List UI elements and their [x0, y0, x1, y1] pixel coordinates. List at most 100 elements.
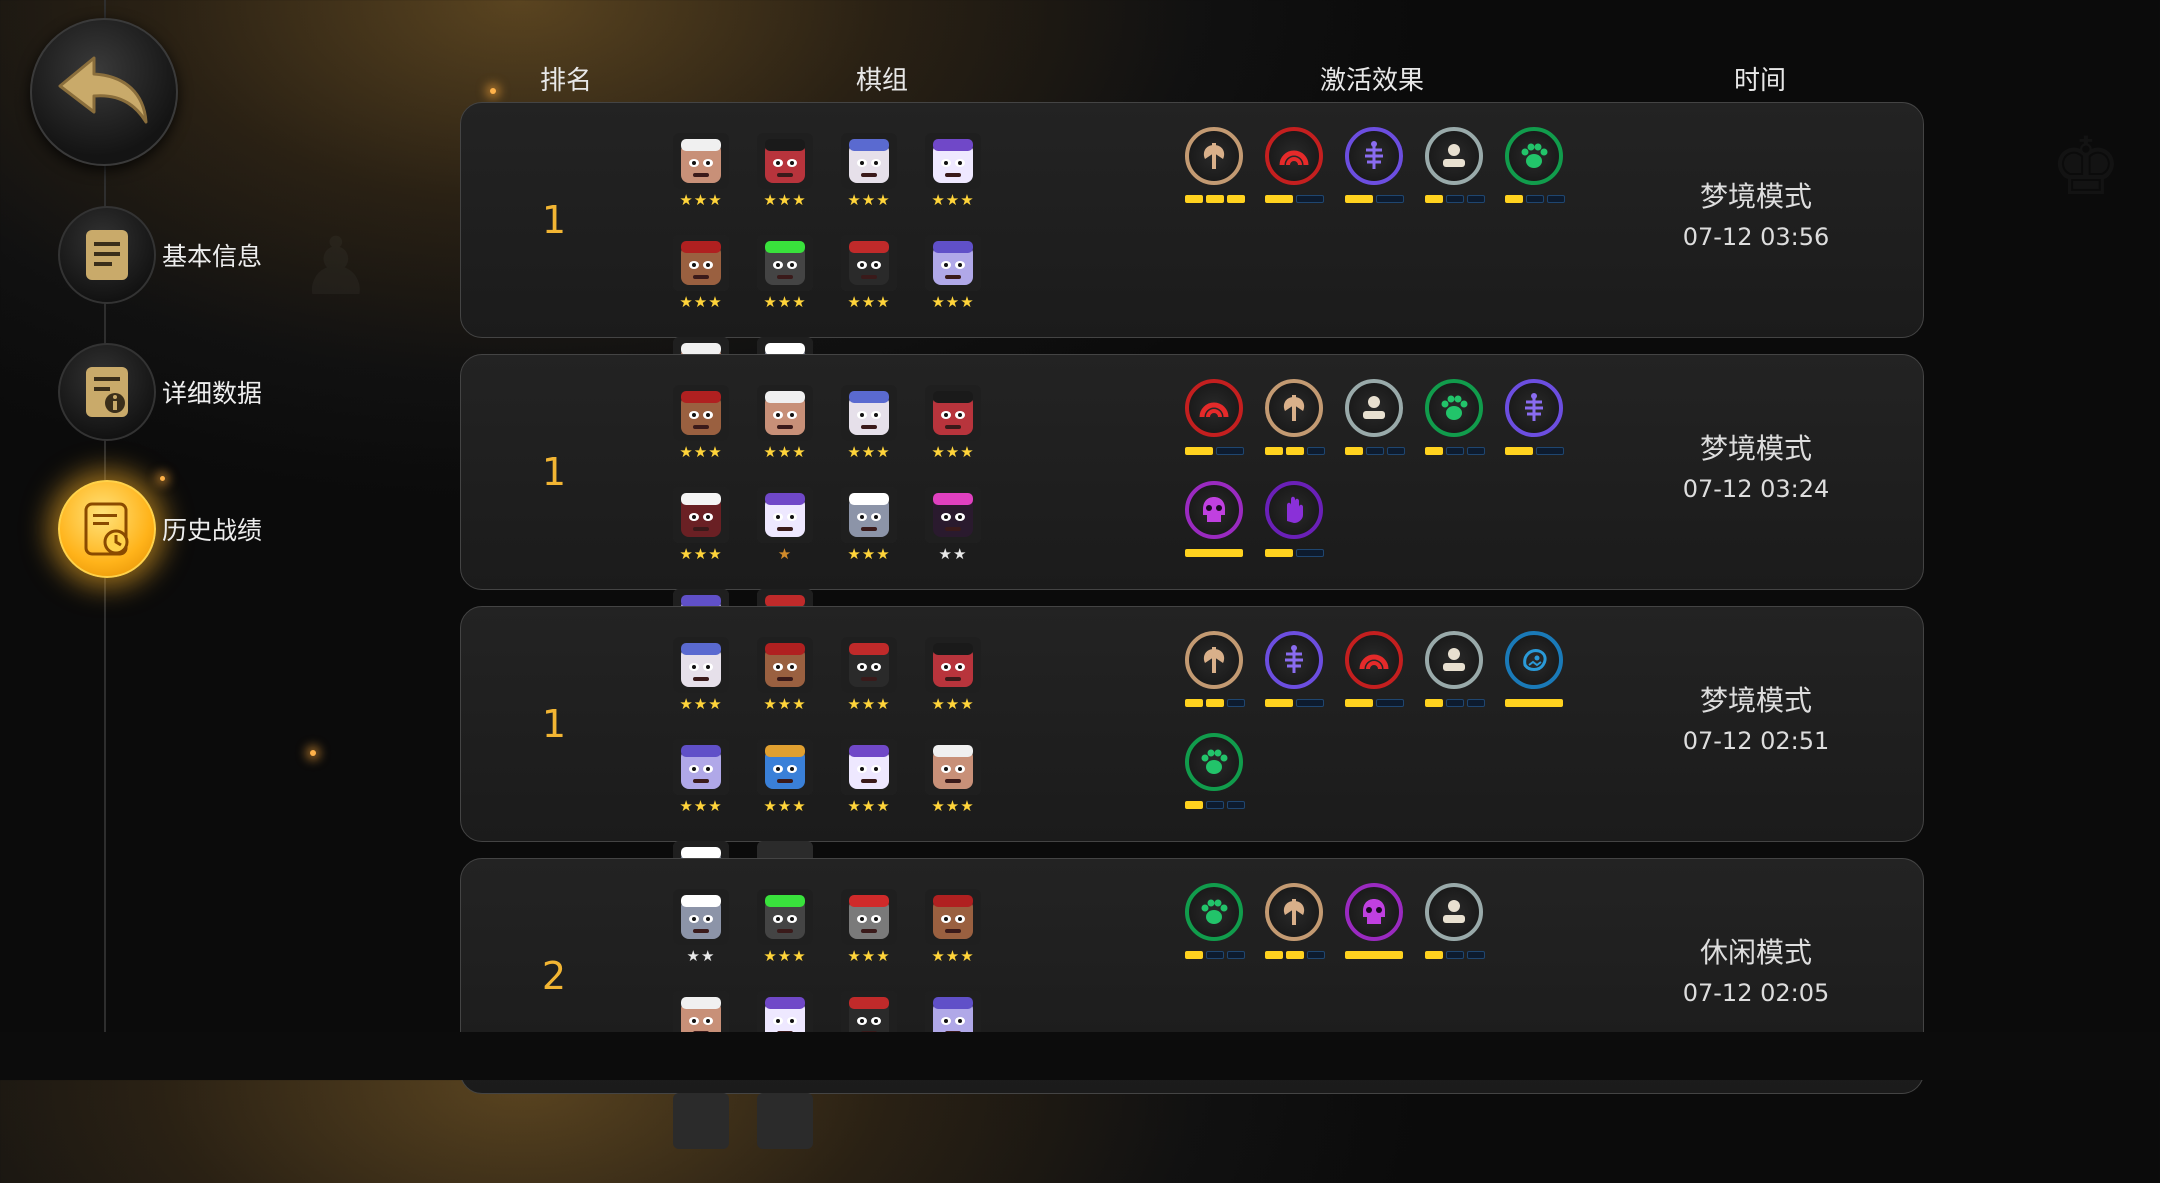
unit-slot[interactable]: ★★★: [673, 235, 757, 325]
unit-slot[interactable]: ★★★: [673, 133, 757, 223]
paw-icon: [1185, 733, 1243, 791]
synergy-level-segment: [1296, 699, 1324, 707]
synergy-level-segment: [1536, 447, 1564, 455]
synergy-level-bar: [1505, 699, 1563, 707]
unit-slot[interactable]: ★★★: [757, 637, 841, 727]
unit-slot[interactable]: ★★★: [925, 637, 1009, 727]
unit-slot[interactable]: ★★★: [925, 385, 1009, 475]
surprised-brute-portrait: [925, 739, 981, 795]
unit-slot[interactable]: ★★★: [841, 235, 925, 325]
notes-icon: [58, 206, 156, 304]
synergy-level-bar: [1265, 447, 1325, 455]
unit-slot[interactable]: ★★★: [841, 385, 925, 475]
unit-star-rating: ★★★: [679, 695, 723, 713]
unit-slot[interactable]: ★★: [925, 487, 1009, 577]
synergy-level-bar: [1505, 447, 1564, 455]
synergy-level-segment: [1467, 699, 1485, 707]
synergy-item[interactable]: [1185, 631, 1265, 723]
synergy-item[interactable]: [1185, 481, 1265, 573]
synergy-item[interactable]: [1505, 631, 1585, 723]
unit-slot[interactable]: ★★★: [673, 487, 757, 577]
synergy-level-segment: [1216, 447, 1244, 455]
unit-slot[interactable]: ★★★: [841, 889, 925, 979]
synergy-item[interactable]: [1185, 127, 1265, 219]
game-mode: 梦境模式: [1699, 180, 1812, 213]
match-row[interactable]: 1 ★★★ ★★★ ★★★ ★★★ ★★★: [460, 102, 1924, 413]
synergy-level-bar: [1265, 951, 1325, 959]
unit-slot[interactable]: ★★★: [673, 637, 757, 727]
match-row[interactable]: 1 ★★★ ★★★ ★★★ ★★★ ★★★: [460, 354, 1924, 665]
unit-slot[interactable]: ★★★: [841, 739, 925, 829]
synergy-item[interactable]: [1425, 127, 1505, 219]
unit-star-rating: ★★★: [931, 797, 975, 815]
synergy-item[interactable]: [1345, 883, 1425, 975]
pedestal-icon: [1345, 379, 1403, 437]
synergy-item[interactable]: [1265, 127, 1345, 219]
synergy-level-segment: [1505, 699, 1563, 707]
synergy-item[interactable]: [1265, 379, 1345, 471]
paw-icon: [1425, 379, 1483, 437]
match-info: 梦境模式 07-12 03:24: [1683, 427, 1830, 503]
synergy-item[interactable]: [1185, 883, 1265, 975]
unit-slot[interactable]: ★★★: [925, 133, 1009, 223]
unit-slot[interactable]: ★★★: [757, 889, 841, 979]
synergy-level-segment: [1425, 699, 1443, 707]
unit-slot[interactable]: ★★★: [841, 637, 925, 727]
synergy-level-segment: [1265, 951, 1283, 959]
synergy-item[interactable]: [1265, 631, 1345, 723]
unit-slot[interactable]: ★★★: [757, 385, 841, 475]
unit-star-rating: ★★★: [931, 191, 975, 209]
synergy-level-segment: [1366, 447, 1384, 455]
back-arrow-icon: [54, 50, 154, 134]
synergy-level-segment: [1467, 951, 1485, 959]
unit-slot[interactable]: ★★★: [841, 133, 925, 223]
white-hair-angry-portrait: [673, 133, 729, 189]
synergy-level-segment: [1505, 195, 1523, 203]
synergy-item[interactable]: [1345, 631, 1425, 723]
back-button[interactable]: [30, 18, 178, 166]
unit-slot[interactable]: ★★: [673, 889, 757, 979]
unit-slot[interactable]: ★★★: [925, 739, 1009, 829]
armored-knight-portrait: [841, 487, 897, 543]
synergy-item[interactable]: [1505, 127, 1585, 219]
nav-item-basic-info[interactable]: 基本信息: [58, 206, 262, 304]
unit-slot[interactable]: ★★★: [925, 889, 1009, 979]
pedestal-icon: [1425, 883, 1483, 941]
unit-slot[interactable]: ★: [757, 487, 841, 577]
synergy-item[interactable]: [1425, 883, 1505, 975]
nav-item-detail-data[interactable]: 详细数据: [58, 343, 262, 441]
synergy-item[interactable]: [1345, 127, 1425, 219]
synergy-item[interactable]: [1185, 733, 1265, 825]
synergy-level-segment: [1185, 447, 1213, 455]
game-mode: 休闲模式: [1699, 936, 1812, 969]
unit-slot[interactable]: ★★★: [757, 235, 841, 325]
unit-slot[interactable]: ★★★: [925, 235, 1009, 325]
unit-slot[interactable]: ★★★: [757, 739, 841, 829]
unit-slot[interactable]: ★★★: [757, 133, 841, 223]
synergy-item[interactable]: [1425, 631, 1505, 723]
synergy-level-segment: [1206, 951, 1224, 959]
synergy-level-segment: [1425, 951, 1443, 959]
synergy-level-segment: [1467, 195, 1485, 203]
match-time: 07-12 03:24: [1682, 475, 1830, 503]
synergy-level-bar: [1345, 951, 1403, 959]
synergy-level-segment: [1467, 447, 1485, 455]
synergy-item[interactable]: [1265, 883, 1345, 975]
match-info: 休闲模式 07-12 02:05: [1683, 931, 1830, 1007]
synergy-item[interactable]: [1505, 379, 1585, 471]
synergy-level-segment: [1265, 549, 1293, 557]
unit-slot[interactable]: ★★★: [673, 385, 757, 475]
match-row[interactable]: 1 ★★★ ★★★ ★★★ ★★★ ★★★: [460, 606, 1924, 917]
synergy-level-bar: [1185, 801, 1245, 809]
synergy-item[interactable]: [1265, 481, 1345, 573]
pink-masked-portrait: [925, 487, 981, 543]
synergy-level-segment: [1307, 447, 1325, 455]
empty-slot: [757, 1093, 813, 1149]
synergy-item[interactable]: [1345, 379, 1425, 471]
synergy-item[interactable]: [1425, 379, 1505, 471]
unit-slot[interactable]: ★★★: [841, 487, 925, 577]
nav-item-history[interactable]: 历史战绩: [58, 480, 262, 578]
unit-slot[interactable]: ★★★: [673, 739, 757, 829]
unit-star-rating: ★: [777, 545, 793, 563]
synergy-item[interactable]: [1185, 379, 1265, 471]
